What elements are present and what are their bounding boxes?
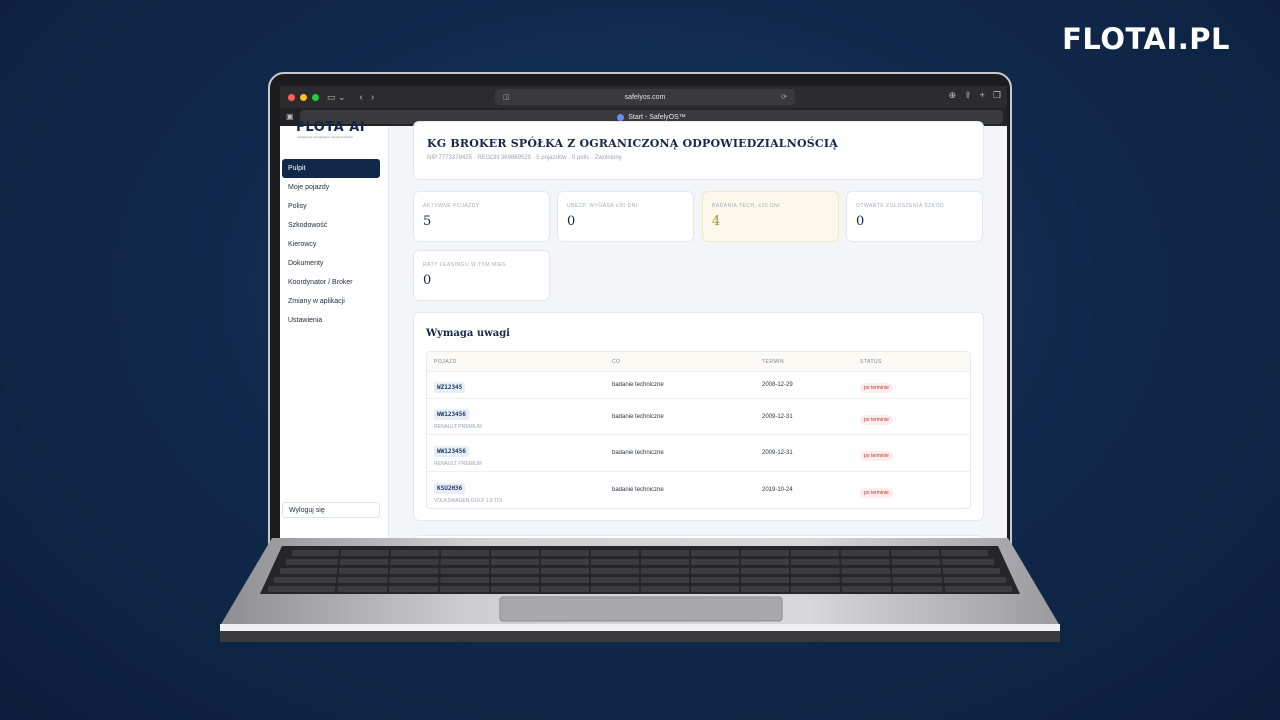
tab-group-icon[interactable]: ▣ — [286, 112, 294, 121]
sidebar-item-claims[interactable]: Szkodowość — [282, 216, 380, 235]
stat-card-active-vehicles[interactable]: AKTYWNE POJAZDY 5 — [413, 191, 550, 242]
minimize-window-button[interactable] — [300, 93, 307, 101]
plate-badge[interactable]: WW123456 — [434, 445, 469, 457]
stat-label: AKTYWNE POJAZDY — [423, 203, 480, 209]
logout-button[interactable]: Wyloguj się — [282, 502, 380, 518]
share-icon[interactable]: ⇪ — [964, 90, 972, 101]
stat-value: 0 — [423, 273, 432, 288]
laptop-keyboard-deck — [220, 538, 1060, 642]
sidebar: FLOTA AI Inteligentne zarządzanie i bezp… — [280, 120, 389, 541]
table-row[interactable]: WZ12345 badanie techniczne 2008-12-29 po… — [427, 372, 970, 399]
company-name: KG BROKER SPÓŁKA Z OGRANICZONĄ ODPOWIEDZ… — [427, 137, 838, 150]
main-content: KG BROKER SPÓŁKA Z OGRANICZONĄ ODPOWIEDZ… — [389, 121, 1007, 541]
vehicle-model: RENAULT PREMIUM — [434, 424, 482, 430]
plate-badge[interactable]: WW123456 — [434, 409, 469, 420]
brand-logo: FLOTAI.PL — [1062, 22, 1230, 56]
status-badge: po terminie — [860, 488, 893, 498]
favicon-icon — [617, 113, 625, 121]
reload-icon[interactable]: ⟳ — [781, 93, 787, 101]
browser-toolbar: ▭ ⌄ ‹ › ◫ safelyos.com ⟳ ⊕ ⇪ + ❐ — [280, 86, 1007, 108]
attention-table: POJAZD CO TERMIN STATUS WZ12345 badanie … — [426, 351, 971, 509]
privacy-icon[interactable]: ◫ — [503, 93, 510, 101]
window-controls — [288, 93, 319, 101]
sidebar-item-drivers[interactable]: Kierowcy — [282, 235, 380, 254]
sidebar-item-broker[interactable]: Koordynator / Broker — [282, 273, 380, 292]
stat-value: 0 — [567, 214, 576, 229]
download-icon[interactable]: ⊕ — [949, 90, 957, 101]
vehicle-model: RENAULT PREMIUM — [434, 460, 482, 467]
tabs-overview-icon[interactable]: ❐ — [993, 90, 1001, 101]
stat-value: 0 — [856, 214, 865, 229]
company-meta: NIP 7773378425 · REGON 369869529 · 5 poj… — [427, 155, 622, 161]
column-header-what: CO — [612, 358, 621, 365]
tab-title: Start - SafelyOS™ — [628, 113, 686, 121]
table-row[interactable]: WW123456 RENAULT PREMIUM badanie technic… — [427, 435, 970, 472]
attention-card: Wymaga uwagi POJAZD CO TERMIN STATUS WZ1… — [413, 312, 984, 521]
app: FLOTA AI Inteligentne zarządzanie i bezp… — [280, 120, 1007, 541]
row-due-date: 2009-12-31 — [762, 450, 793, 456]
plate-badge[interactable]: KSU2H36 — [434, 482, 466, 494]
sidebar-item-settings[interactable]: Ustawienia — [282, 311, 380, 330]
row-due-date: 2008-12-29 — [762, 382, 793, 388]
forward-icon[interactable]: › — [371, 92, 374, 103]
new-tab-icon[interactable]: + — [980, 90, 985, 101]
table-row[interactable]: WW123456 RENAULT PREMIUM badanie technic… — [427, 399, 970, 435]
column-header-status: STATUS — [860, 358, 882, 365]
status-badge: po terminie — [860, 414, 893, 425]
attention-title: Wymaga uwagi — [426, 328, 510, 339]
stat-value: 5 — [423, 214, 432, 229]
stat-value: 4 — [712, 214, 721, 229]
plate-badge[interactable]: WZ12345 — [434, 382, 466, 393]
sidebar-item-policies[interactable]: Polisy — [282, 197, 380, 216]
app-logo[interactable]: FLOTA AI — [296, 120, 365, 135]
stat-card-tech-inspections[interactable]: BADANIA TECH. ≤30 DNI 4 — [702, 191, 839, 242]
status-badge: po terminie — [860, 383, 893, 393]
status-badge: po terminie — [860, 451, 893, 461]
app-logo-tagline: Inteligentne zarządzanie i bezpieczeństw… — [297, 135, 354, 139]
row-due-date: 2009-12-31 — [762, 413, 793, 420]
column-header-due: TERMIN — [762, 358, 785, 365]
vehicle-model: VOLKSWAGEN GOLF 1.9 TDI — [434, 497, 503, 504]
stat-card-open-claims[interactable]: OTWARTE ZGŁOSZENIA SZKÓD 0 — [846, 191, 983, 242]
maximize-window-button[interactable] — [312, 93, 319, 101]
column-header-vehicle: POJAZD — [434, 358, 457, 365]
stat-label: OTWARTE ZGŁOSZENIA SZKÓD — [856, 203, 945, 209]
table-row[interactable]: KSU2H36 VOLKSWAGEN GOLF 1.9 TDI badanie … — [427, 472, 970, 508]
sidebar-item-changelog[interactable]: Zmiany w aplikacji — [282, 292, 380, 311]
trackpad — [499, 596, 783, 622]
close-window-button[interactable] — [288, 93, 295, 101]
table-header: POJAZD CO TERMIN STATUS — [427, 352, 970, 372]
stat-label: UBEZP. WYGASA ≤30 DNI — [567, 203, 638, 209]
row-what: badanie techniczne — [612, 382, 664, 388]
sidebar-item-pulpit[interactable]: Pulpit — [282, 159, 380, 178]
laptop-base — [220, 538, 1060, 642]
stat-card-leasing-installments[interactable]: RATY LEASINGU W TYM MIES. 0 — [413, 250, 550, 301]
stat-card-insurance-expiring[interactable]: UBEZP. WYGASA ≤30 DNI 0 — [557, 191, 694, 242]
laptop-screen: ▭ ⌄ ‹ › ◫ safelyos.com ⟳ ⊕ ⇪ + ❐ ▣ Start… — [280, 86, 1007, 541]
row-due-date: 2019-10-24 — [762, 487, 793, 493]
url-text: safelyos.com — [624, 93, 666, 101]
sidebar-toggle-icon[interactable]: ▭ ⌄ — [327, 92, 346, 103]
company-card: KG BROKER SPÓŁKA Z OGRANICZONĄ ODPOWIEDZ… — [413, 121, 984, 180]
sidebar-nav: Pulpit Moje pojazdy Polisy Szkodowość Ki… — [280, 159, 388, 330]
stat-label: BADANIA TECH. ≤30 DNI — [712, 203, 781, 209]
row-what: badanie techniczne — [612, 487, 664, 493]
back-icon[interactable]: ‹ — [360, 92, 363, 103]
sidebar-item-vehicles[interactable]: Moje pojazdy — [282, 178, 380, 197]
stat-label: RATY LEASINGU W TYM MIES. — [423, 262, 509, 268]
address-bar[interactable]: ◫ safelyos.com ⟳ — [495, 89, 795, 105]
sidebar-item-documents[interactable]: Dokumenty — [282, 254, 380, 273]
row-what: badanie techniczne — [612, 450, 664, 456]
row-what: badanie techniczne — [612, 413, 664, 420]
